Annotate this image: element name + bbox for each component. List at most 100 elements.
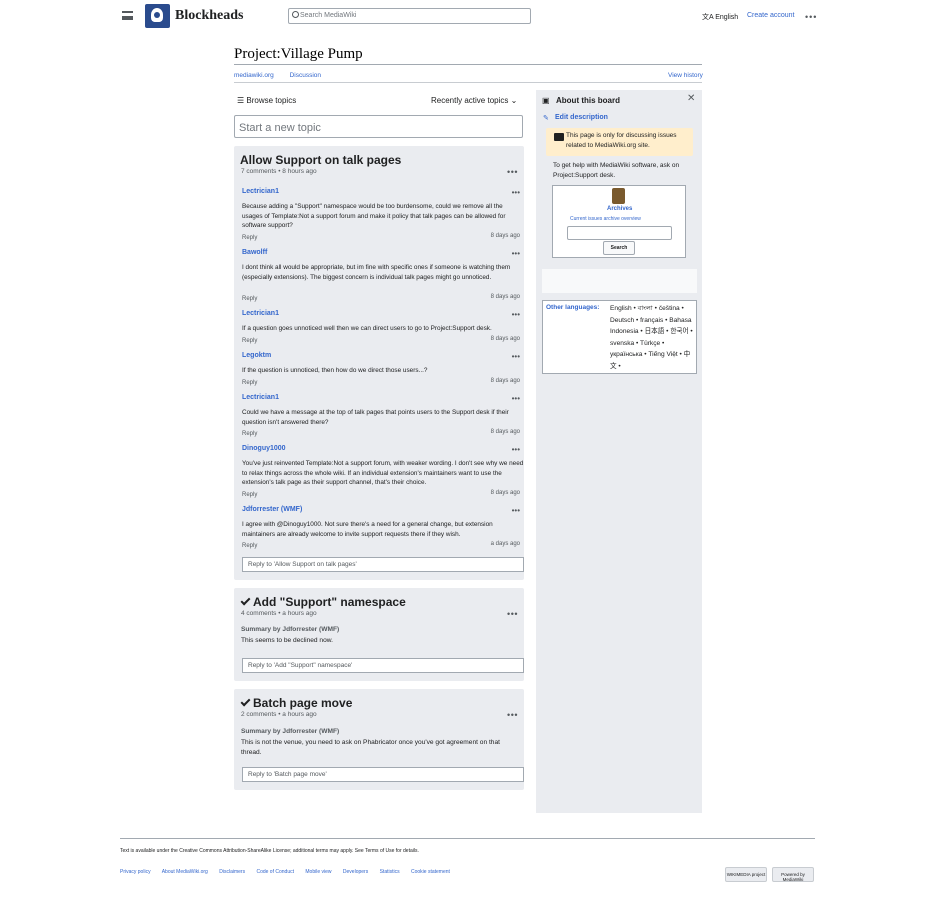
- post-author[interactable]: Lectrician1: [242, 188, 279, 195]
- reply-button[interactable]: Reply: [242, 338, 257, 344]
- post-timestamp[interactable]: 8 days ago: [491, 294, 520, 300]
- post-menu-icon[interactable]: •••: [512, 249, 520, 258]
- sort-dropdown[interactable]: Recently active topics ⌄: [431, 96, 517, 105]
- post-author[interactable]: Dinoguy1000: [242, 445, 286, 452]
- browse-topics-button[interactable]: ☰ Browse topics: [237, 96, 296, 105]
- post-content: If the question is unnoticed, then how d…: [242, 367, 428, 374]
- archives-link[interactable]: Archives: [607, 206, 632, 212]
- reply-input[interactable]: Reply to 'Add "Support" namespace': [242, 658, 524, 673]
- summary-text: This seems to be declined now.: [241, 637, 333, 644]
- reply-button[interactable]: Reply: [242, 235, 257, 241]
- archive-search-button[interactable]: Search: [603, 241, 635, 255]
- tab-view-history[interactable]: View history: [668, 72, 728, 79]
- license-text: Text is available under the Creative Com…: [120, 848, 419, 854]
- powered-by-mediawiki-badge[interactable]: Powered by MediaWiki: [772, 867, 814, 882]
- post-content: Could we have a message at the top of ta…: [242, 409, 509, 426]
- list-icon: ☰: [237, 96, 247, 105]
- post-timestamp[interactable]: 8 days ago: [491, 336, 520, 342]
- post-content: Because adding a "Support" namespace wou…: [242, 203, 506, 229]
- topic-menu-icon[interactable]: •••: [507, 710, 518, 720]
- pencil-icon: ✎: [543, 115, 549, 122]
- help-text: To get help with MediaWiki software, ask…: [553, 162, 680, 179]
- reply-input[interactable]: Reply to 'Allow Support on talk pages': [242, 557, 524, 572]
- footer-link[interactable]: Cookie statement: [411, 869, 450, 875]
- post-author[interactable]: Bawolff: [242, 249, 267, 256]
- topic-card: Add "Support" namespace 4 comments • a h…: [234, 588, 524, 681]
- notice-icon: [554, 133, 564, 141]
- create-account-link[interactable]: Create account: [747, 12, 794, 19]
- post-timestamp[interactable]: 8 days ago: [491, 378, 520, 384]
- topic-meta: 7 comments • 8 hours ago: [241, 168, 317, 175]
- footer-divider: [120, 838, 815, 839]
- post-author[interactable]: Lectrician1: [242, 394, 279, 401]
- topic-title[interactable]: Add "Support" namespace: [253, 595, 406, 609]
- language-icon: 文A: [702, 14, 716, 21]
- close-icon[interactable]: ✕: [687, 93, 695, 104]
- user-menu-icon[interactable]: •••: [805, 12, 817, 22]
- topic-title[interactable]: Batch page move: [253, 696, 352, 710]
- tab-project[interactable]: mediawiki.org: [234, 72, 274, 79]
- post-menu-icon[interactable]: •••: [512, 445, 520, 454]
- resolved-check-icon: [240, 595, 251, 606]
- topic-title[interactable]: Allow Support on talk pages: [240, 153, 401, 167]
- footer-link[interactable]: About MediaWiki.org: [162, 869, 208, 875]
- topic-menu-icon[interactable]: •••: [507, 167, 518, 177]
- post-author[interactable]: Lectrician1: [242, 310, 279, 317]
- language-button[interactable]: 文A English: [702, 12, 738, 22]
- post-menu-icon[interactable]: •••: [512, 352, 520, 361]
- post-menu-icon[interactable]: •••: [512, 310, 520, 319]
- page-tabs: mediawiki.org Discussion View history: [234, 72, 703, 79]
- footer-links: Privacy policy About MediaWiki.org Discl…: [120, 869, 460, 875]
- tab-discussion[interactable]: Discussion: [290, 72, 321, 79]
- post-timestamp[interactable]: 8 days ago: [491, 490, 520, 496]
- search-input[interactable]: Search MediaWiki: [288, 8, 531, 24]
- title-divider: [234, 64, 702, 65]
- footer-link[interactable]: Mobile view: [305, 869, 331, 875]
- footer-link[interactable]: Privacy policy: [120, 869, 151, 875]
- topic-card: Batch page move 2 comments • a hours ago…: [234, 689, 524, 790]
- reply-button[interactable]: Reply: [242, 492, 257, 498]
- reply-button[interactable]: Reply: [242, 296, 257, 302]
- chevron-down-icon: ⌄: [508, 96, 518, 105]
- language-links[interactable]: English • বাংলা • čeština • Deutsch • fr…: [610, 303, 696, 372]
- speech-bubble-icon: ▣: [542, 96, 550, 105]
- footer-link[interactable]: Developers: [343, 869, 368, 875]
- post-menu-icon[interactable]: •••: [512, 506, 520, 515]
- site-logo[interactable]: [145, 4, 170, 28]
- reply-button[interactable]: Reply: [242, 380, 257, 386]
- site-name[interactable]: Blockheads: [175, 8, 243, 24]
- post-menu-icon[interactable]: •••: [512, 394, 520, 403]
- topic-meta: 4 comments • a hours ago: [241, 610, 317, 617]
- post-timestamp[interactable]: 8 days ago: [491, 233, 520, 239]
- post-content: I agree with @Dinoguy1000. Not sure ther…: [242, 521, 493, 538]
- reply-input[interactable]: Reply to 'Batch page move': [242, 767, 524, 782]
- reply-button[interactable]: Reply: [242, 431, 257, 437]
- page-title: Project:Village Pump: [234, 46, 363, 62]
- sidebar-title: About this board: [556, 96, 620, 105]
- edit-description-link[interactable]: Edit description: [555, 114, 608, 121]
- post-timestamp[interactable]: 8 days ago: [491, 429, 520, 435]
- footer-link[interactable]: Disclaimers: [219, 869, 245, 875]
- archive-links[interactable]: Current issues archive overview: [570, 216, 641, 222]
- summary-text: This is not the venue, you need to ask o…: [241, 739, 500, 756]
- post-content: You've just reinvented Template:Not a su…: [242, 460, 524, 486]
- resolved-check-icon: [240, 696, 251, 707]
- topic-menu-icon[interactable]: •••: [507, 609, 518, 619]
- sidebar-spacer: [542, 269, 697, 293]
- other-languages-label: Other languages:: [546, 304, 600, 311]
- post-menu-icon[interactable]: •••: [512, 188, 520, 197]
- post-timestamp[interactable]: a days ago: [491, 541, 520, 547]
- archive-icon: [612, 188, 625, 204]
- topic-meta: 2 comments • a hours ago: [241, 711, 317, 718]
- archive-search-input[interactable]: [567, 226, 672, 240]
- board-notice: This page is only for discussing issues …: [546, 128, 693, 156]
- wikimedia-badge[interactable]: WIKIMEDIA project: [725, 867, 767, 882]
- main-menu-icon[interactable]: [122, 11, 133, 20]
- tabs-divider: [234, 82, 702, 83]
- post-author[interactable]: Jdforrester (WMF): [242, 506, 302, 513]
- post-author[interactable]: Legoktm: [242, 352, 271, 359]
- reply-button[interactable]: Reply: [242, 543, 257, 549]
- footer-link[interactable]: Statistics: [380, 869, 400, 875]
- footer-link[interactable]: Code of Conduct: [256, 869, 294, 875]
- new-topic-input[interactable]: Start a new topic: [234, 115, 523, 138]
